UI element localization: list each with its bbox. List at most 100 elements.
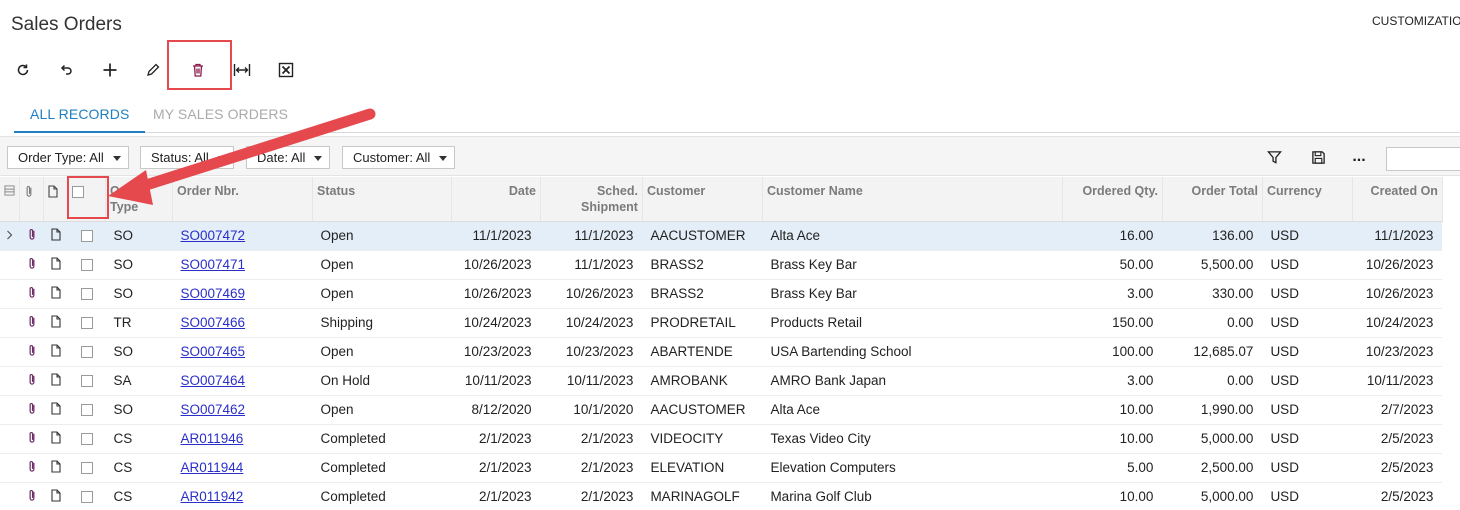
cell-customer: VIDEOCITY — [642, 424, 763, 454]
order-nbr-link[interactable]: AR011942 — [181, 489, 244, 504]
row-checkbox[interactable] — [80, 317, 93, 330]
order-nbr-link[interactable]: SO007466 — [181, 315, 246, 330]
order-nbr-link[interactable]: SO007469 — [181, 286, 246, 301]
cell-customer-name: Alta Ace — [762, 395, 1063, 425]
tab-my-sales-orders[interactable]: MY SALES ORDERS — [153, 97, 288, 133]
cell-status: On Hold — [312, 366, 452, 396]
row-checkbox[interactable] — [80, 404, 93, 417]
col-order-nbr[interactable]: Order Nbr. — [172, 177, 313, 222]
filter-order-type[interactable]: Order Type: All — [7, 146, 129, 169]
col-status[interactable]: Status — [312, 177, 452, 222]
row-attachments[interactable] — [19, 424, 44, 454]
cell-customer-name: Elevation Computers — [762, 453, 1063, 483]
col-date[interactable]: Date — [451, 177, 541, 222]
row-checkbox[interactable] — [80, 433, 93, 446]
filter-button[interactable] — [1265, 147, 1283, 167]
row-notes[interactable] — [43, 424, 68, 454]
row-indicator[interactable] — [0, 221, 20, 251]
order-nbr-link[interactable]: SO007472 — [181, 228, 246, 243]
row-attachments[interactable] — [19, 453, 44, 483]
cell-order-total: 12,685.07 — [1162, 337, 1263, 367]
search-input[interactable] — [1386, 147, 1460, 171]
row-checkbox[interactable] — [80, 491, 93, 504]
row-attachments[interactable] — [19, 482, 44, 510]
export-excel-button[interactable] — [266, 52, 306, 88]
save-filter-button[interactable] — [1309, 147, 1327, 167]
row-checkbox[interactable] — [80, 462, 93, 475]
row-select-cell — [67, 453, 106, 483]
row-attachments[interactable] — [19, 279, 44, 309]
row-attachments[interactable] — [19, 395, 44, 425]
row-checkbox[interactable] — [80, 288, 93, 301]
row-attachments[interactable] — [19, 337, 44, 367]
row-select-cell — [67, 366, 106, 396]
filter-status[interactable]: Status: All — [140, 146, 234, 169]
cell-order-total: 5,000.00 — [1162, 482, 1263, 510]
row-indicator[interactable] — [0, 337, 20, 367]
order-nbr-link[interactable]: SO007465 — [181, 344, 246, 359]
row-notes[interactable] — [43, 308, 68, 338]
table-row[interactable]: SO SO007462 Open 8/12/2020 10/1/2020 AACUSTOM… — [0, 395, 1443, 425]
paperclip-icon — [29, 344, 34, 356]
table-row[interactable]: TR SO007466 Shipping 10/24/2023 10/24/2023 PR… — [0, 308, 1443, 338]
row-notes[interactable] — [43, 221, 68, 251]
row-indicator[interactable] — [0, 453, 20, 483]
row-checkbox[interactable] — [80, 375, 93, 388]
cell-date: 2/1/2023 — [451, 482, 541, 510]
order-nbr-link[interactable]: SO007464 — [181, 373, 246, 388]
table-row[interactable]: SO SO007469 Open 10/26/2023 10/26/2023 BRASS2… — [0, 279, 1443, 309]
order-nbr-link[interactable]: AR011946 — [181, 431, 244, 446]
col-created-on[interactable]: Created On — [1352, 177, 1443, 222]
table-row[interactable]: SO SO007472 Open 11/1/2023 11/1/2023 AACUSTOM… — [0, 221, 1443, 251]
tab-all-records[interactable]: ALL RECORDS — [14, 97, 146, 133]
order-nbr-link[interactable]: SO007462 — [181, 402, 246, 417]
col-customer-name[interactable]: Customer Name — [762, 177, 1063, 222]
row-indicator[interactable] — [0, 308, 20, 338]
table-row[interactable]: SA SO007464 On Hold 10/11/2023 10/11/2023 AMR… — [0, 366, 1443, 396]
row-checkbox[interactable] — [80, 259, 93, 272]
cell-date: 10/23/2023 — [451, 337, 541, 367]
filter-customer[interactable]: Customer: All — [342, 146, 456, 169]
col-order-total[interactable]: Order Total — [1162, 177, 1263, 222]
col-sched-shipment[interactable]: Sched. Shipment — [540, 177, 643, 222]
row-attachments[interactable] — [19, 221, 44, 251]
customization-menu[interactable]: CUSTOMIZATIO — [1372, 14, 1460, 28]
row-indicator[interactable] — [0, 366, 20, 396]
row-attachments[interactable] — [19, 250, 44, 280]
row-attachments[interactable] — [19, 308, 44, 338]
row-notes[interactable] — [43, 250, 68, 280]
table-row[interactable]: CS AR011942 Completed 2/1/2023 2/1/2023 MARIN… — [0, 482, 1443, 510]
paperclip-icon — [29, 257, 34, 269]
grid-settings-icon[interactable] — [4, 185, 15, 196]
row-indicator[interactable] — [0, 424, 20, 454]
row-indicator[interactable] — [0, 279, 20, 309]
row-notes[interactable] — [43, 366, 68, 396]
row-notes[interactable] — [43, 482, 68, 510]
undo-button[interactable] — [46, 52, 86, 88]
cell-status: Shipping — [312, 308, 452, 338]
row-notes[interactable] — [43, 337, 68, 367]
col-customer[interactable]: Customer — [642, 177, 763, 222]
row-notes[interactable] — [43, 279, 68, 309]
order-nbr-link[interactable]: AR011944 — [181, 460, 244, 475]
col-currency[interactable]: Currency — [1262, 177, 1353, 222]
row-attachments[interactable] — [19, 366, 44, 396]
row-indicator[interactable] — [0, 482, 20, 510]
row-indicator[interactable] — [0, 395, 20, 425]
row-notes[interactable] — [43, 395, 68, 425]
col-ordered-qty[interactable]: Ordered Qty. — [1062, 177, 1163, 222]
more-button[interactable]: ... — [1348, 147, 1370, 167]
table-row[interactable]: SO SO007465 Open 10/23/2023 10/23/2023 ABARTE… — [0, 337, 1443, 367]
row-notes[interactable] — [43, 453, 68, 483]
refresh-button[interactable] — [3, 52, 43, 88]
col-order-type[interactable]: Order Type — [105, 177, 173, 222]
row-checkbox[interactable] — [80, 346, 93, 359]
order-nbr-link[interactable]: SO007471 — [181, 257, 246, 272]
filter-date[interactable]: Date: All — [246, 146, 331, 169]
row-indicator[interactable] — [0, 250, 20, 280]
add-button[interactable] — [90, 52, 130, 88]
row-checkbox[interactable] — [80, 230, 93, 243]
table-row[interactable]: SO SO007471 Open 10/26/2023 11/1/2023 BRASS2 B… — [0, 250, 1443, 280]
table-row[interactable]: CS AR011946 Completed 2/1/2023 2/1/2023 VIDEO… — [0, 424, 1443, 454]
table-row[interactable]: CS AR011944 Completed 2/1/2023 2/1/2023 ELEVA… — [0, 453, 1443, 483]
